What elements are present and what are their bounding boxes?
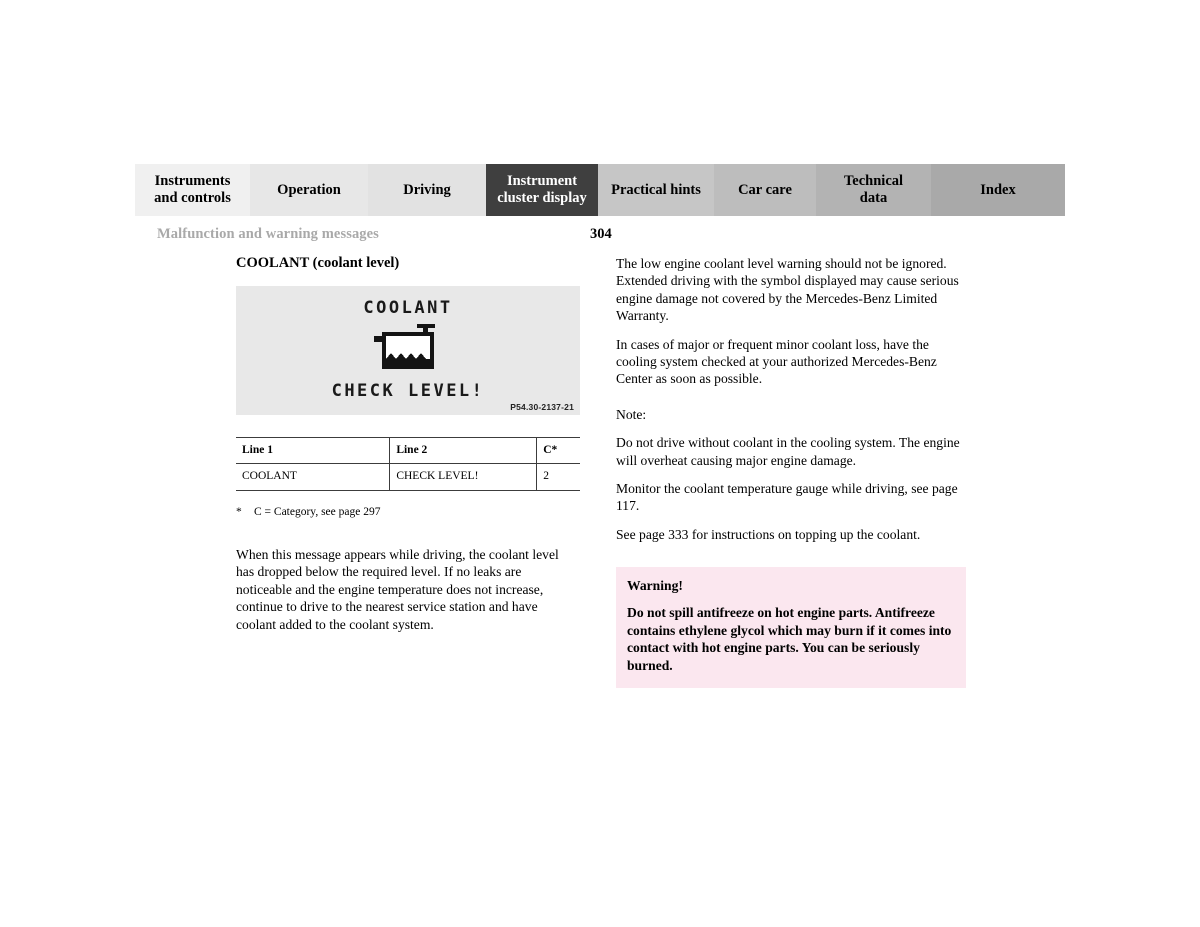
cell-line2: CHECK LEVEL! — [389, 463, 538, 491]
column-header-line2: Line 2 — [389, 437, 538, 464]
warning-title: Warning! — [627, 578, 683, 594]
table-row: COOLANT CHECK LEVEL! 2 — [236, 463, 580, 491]
page-number: 304 — [590, 226, 612, 242]
tab-label: Technical data — [843, 173, 904, 206]
paragraph: The low engine coolant level warning sho… — [616, 256, 959, 324]
tab-instruments-and-controls[interactable]: Instruments and controls — [135, 164, 250, 216]
tab-label: Instrument cluster display — [497, 173, 587, 206]
message-table: Line 1 Line 2 C* COOLANT CHECK LEVEL! 2 — [236, 437, 580, 491]
note-label: Note: — [616, 406, 647, 422]
tab-label: Index — [980, 181, 1016, 198]
table-header-row: Line 1 Line 2 C* — [236, 437, 580, 464]
footnote-text: C = Category, see page 297 — [254, 506, 381, 518]
paragraph: When this message appears while driving,… — [236, 547, 559, 632]
lcd-line-1-text: COOLANT — [363, 298, 453, 318]
tab-instrument-cluster-display[interactable]: Instrument cluster display — [486, 164, 598, 216]
cell-category: 2 — [536, 463, 580, 491]
chapter-tab-bar: Instruments and controls Operation Drivi… — [135, 164, 1065, 216]
left-body-text: When this message appears while driving,… — [236, 546, 580, 633]
tab-car-care[interactable]: Car care — [714, 164, 816, 216]
tab-practical-hints[interactable]: Practical hints — [598, 164, 714, 216]
warning-box: Warning! Do not spill antifreeze on hot … — [616, 567, 966, 688]
table-footnote: * C = Category, see page 297 — [236, 506, 580, 518]
paragraph: Monitor the coolant temperature gauge wh… — [616, 480, 958, 514]
paragraph: In cases of major or frequent minor cool… — [616, 336, 937, 387]
running-head: Malfunction and warning messages — [157, 226, 379, 242]
section-title: COOLANT (coolant level) — [236, 255, 400, 271]
column-header-line1: Line 1 — [236, 437, 391, 464]
footnote-marker: * — [236, 506, 242, 518]
cell-line1: COOLANT — [236, 463, 391, 491]
figure-caption: P54.30-2137-21 — [510, 402, 574, 412]
tab-operation[interactable]: Operation — [250, 164, 368, 216]
tab-label: Practical hints — [611, 181, 701, 198]
tab-label: Instruments and controls — [154, 173, 231, 206]
left-column: COOLANT (coolant level) COOLANT CHECK LE… — [236, 255, 580, 644]
tab-label: Car care — [738, 181, 792, 198]
tab-label: Operation — [277, 181, 341, 198]
paragraph: See page 333 for instructions on topping… — [616, 526, 921, 542]
lcd-line-2-text: CHECK LEVEL! — [331, 381, 485, 401]
tab-index[interactable]: Index — [931, 164, 1065, 216]
coolant-reservoir-icon — [374, 324, 435, 369]
tab-technical-data[interactable]: Technical data — [816, 164, 931, 216]
tab-driving[interactable]: Driving — [368, 164, 486, 216]
instrument-cluster-display-figure: COOLANT CHECK LEVEL! P54.30-2137-21 — [236, 286, 580, 415]
warning-text: Do not spill antifreeze on hot engine pa… — [627, 605, 952, 674]
right-column: The low engine coolant level warning sho… — [616, 255, 966, 688]
paragraph: Do not drive without coolant in the cool… — [616, 435, 960, 468]
tab-label: Driving — [403, 181, 451, 198]
column-header-category: C* — [536, 437, 580, 464]
